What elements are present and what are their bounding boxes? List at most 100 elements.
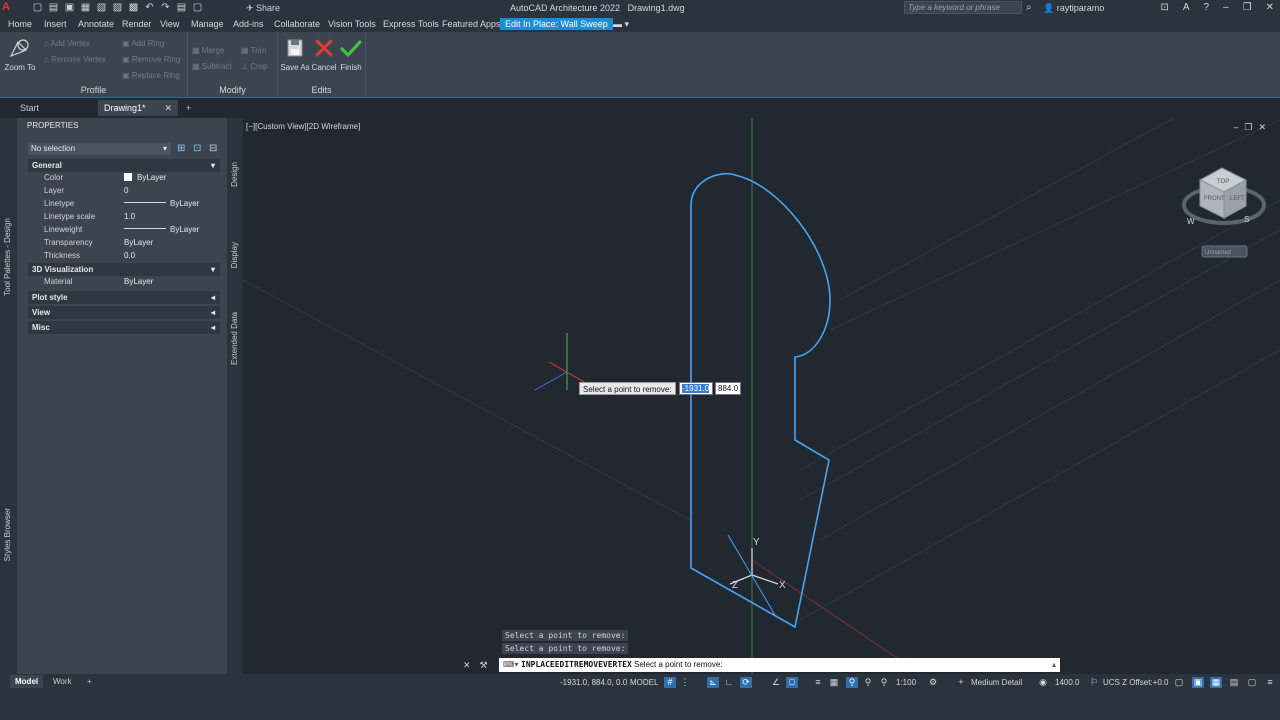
display-tab[interactable]: Display	[230, 242, 239, 268]
save-web-icon[interactable]: ▨	[112, 2, 123, 13]
close-command-icon[interactable]: ✕	[463, 660, 471, 671]
snap-icon[interactable]: ⋮	[679, 677, 691, 688]
viewport-label[interactable]: [−][Custom View][2D Wireframe]	[246, 122, 360, 131]
ucs-z-offset[interactable]: UCS Z Offset:+0.0	[1103, 678, 1168, 687]
3d-visualization-section[interactable]: 3D Visualization ▾	[28, 263, 220, 276]
prop-row-color[interactable]: Color ByLayer	[28, 172, 220, 184]
misc-section[interactable]: Misc ◂	[28, 321, 220, 334]
tool-palettes-tab[interactable]: Tool Palettes - Design	[3, 218, 12, 296]
ortho-icon[interactable]: ⊾	[707, 677, 719, 688]
document-icon[interactable]: ▢	[192, 2, 203, 13]
autocad-logo[interactable]: A	[2, 1, 20, 15]
dynamic-input-y[interactable]: 884.0	[715, 382, 741, 395]
undo-icon[interactable]: ↶	[144, 2, 155, 13]
close-icon[interactable]: ✕	[1266, 2, 1274, 13]
crop-button[interactable]: ⊥ Crop	[241, 62, 268, 71]
prop-row-thickness[interactable]: Thickness 0.0	[28, 250, 220, 262]
polar-icon[interactable]: ∟	[723, 677, 735, 688]
save-icon[interactable]: ▣	[64, 2, 75, 13]
ucs-offset-icon[interactable]: ⚐	[1088, 677, 1100, 688]
tab-drawing1[interactable]: Drawing1* ✕	[98, 100, 178, 116]
extended-data-tab[interactable]: Extended Data	[230, 312, 239, 365]
tab-collaborate[interactable]: Collaborate	[274, 19, 320, 29]
tab-render[interactable]: Render	[122, 19, 152, 29]
redo-icon[interactable]: ↷	[160, 2, 171, 13]
add-vertex-button[interactable]: ⌂ Add Vertex	[44, 39, 90, 48]
elevation-value[interactable]: 1400.0	[1055, 678, 1079, 687]
cancel-button[interactable]: Cancel	[310, 36, 338, 72]
tab-vision-tools[interactable]: Vision Tools	[328, 19, 376, 29]
isodraft-icon[interactable]: ⟳	[740, 677, 752, 688]
new-icon[interactable]: ▢	[32, 2, 43, 13]
open-web-icon[interactable]: ▧	[96, 2, 107, 13]
annotation-scale[interactable]: 1:100	[896, 678, 916, 687]
save-as-button[interactable]: Save As	[280, 36, 310, 72]
prop-row-layer[interactable]: Layer 0	[28, 185, 220, 197]
new-layout-icon[interactable]: +	[82, 675, 97, 688]
tab-manage[interactable]: Manage	[191, 19, 224, 29]
transparency-icon[interactable]: ▦	[828, 677, 840, 688]
coordinate-readout[interactable]: -1931.0, 884.0, 0.0	[560, 678, 627, 687]
wall-sweep-profile[interactable]	[690, 173, 831, 629]
model-space-toggle[interactable]: MODEL	[630, 678, 658, 687]
ribbon-toggle-icon[interactable]: ▬ ▾	[613, 19, 629, 30]
tab-edit-in-place[interactable]: Edit In Place: Wall Sweep	[500, 18, 613, 30]
quick-select-icon[interactable]: ⊞	[177, 143, 185, 154]
add-icon[interactable]: +	[955, 677, 967, 688]
tab-insert[interactable]: Insert	[44, 19, 67, 29]
cart-icon[interactable]: ⊡	[1160, 2, 1168, 13]
annotation-visibility-icon[interactable]: ⚲	[846, 677, 858, 688]
prop-row-lineweight[interactable]: Lineweight ByLayer	[28, 224, 220, 236]
object-snap-icon[interactable]: □	[786, 677, 798, 688]
elevation-icon[interactable]: ◉	[1037, 677, 1049, 688]
design-tab[interactable]: Design	[230, 162, 239, 187]
close-tab-icon[interactable]: ✕	[164, 100, 172, 116]
customize-status-icon[interactable]: ≡	[1264, 677, 1276, 688]
prop-row-material[interactable]: Material ByLayer	[28, 276, 220, 288]
merge-button[interactable]: ▦ Merge	[192, 46, 224, 55]
layout-tab-work[interactable]: Work	[48, 675, 77, 688]
command-line[interactable]: ⌨▾ INPLACEEDITREMOVEVERTEX Select a poin…	[499, 658, 1060, 672]
tab-annotate[interactable]: Annotate	[78, 19, 114, 29]
tab-start[interactable]: Start	[0, 100, 98, 116]
tab-view[interactable]: View	[160, 19, 179, 29]
hardware-acceleration-icon[interactable]: ▣	[1192, 677, 1204, 688]
prop-row-linetype[interactable]: Linetype ByLayer	[28, 198, 220, 210]
styles-browser-tab[interactable]: Styles Browser	[3, 508, 12, 561]
dynamic-input-x[interactable]: -1931.0	[679, 382, 713, 395]
fullscreen-icon[interactable]: ▢	[1246, 677, 1258, 688]
finish-button[interactable]: Finish	[338, 36, 364, 72]
prop-row-linetype-scale[interactable]: Linetype scale 1.0	[28, 211, 220, 223]
general-section[interactable]: General ▾	[28, 159, 220, 172]
drawing-canvas[interactable]: Y X Z TOP FRONT LEFT S W Unnamed –❐✕	[243, 118, 1280, 674]
plot-icon[interactable]: ▩	[128, 2, 139, 13]
replace-ring-button[interactable]: ▣ Replace Ring	[122, 71, 180, 80]
detail-level-dropdown[interactable]: Medium Detail	[971, 678, 1022, 687]
tab-express-tools[interactable]: Express Tools	[383, 19, 439, 29]
object-snap-tracking-icon[interactable]: ∠	[770, 677, 782, 688]
clean-screen-icon[interactable]: ▦	[1210, 677, 1222, 688]
annotation-scale-icon[interactable]: ⚲	[878, 677, 890, 688]
search-input[interactable]: Type a keyword or phrase	[904, 1, 1022, 14]
restore-icon[interactable]: ❐	[1243, 2, 1252, 13]
lineweight-icon[interactable]: ≡	[812, 677, 824, 688]
share-button[interactable]: ✈ Share	[246, 3, 280, 14]
autodesk-a-icon[interactable]: A	[1183, 2, 1190, 13]
isolate-icon[interactable]: ▢	[1173, 677, 1185, 688]
tab-featured-apps[interactable]: Featured Apps	[442, 19, 501, 29]
workspace-gear-icon[interactable]: ⚙	[927, 677, 939, 688]
subtract-button[interactable]: ▦ Subtract	[192, 62, 232, 71]
user-menu[interactable]: 👤 raytiparamo	[1043, 3, 1104, 14]
viewport-controls[interactable]: –❐✕	[1233, 122, 1272, 133]
properties-status-icon[interactable]: ▤	[1228, 677, 1240, 688]
zoom-to-button[interactable]: Zoom To	[4, 36, 36, 72]
new-tab-icon[interactable]: +	[178, 100, 198, 116]
plot-style-section[interactable]: Plot style ◂	[28, 291, 220, 304]
remove-vertex-button[interactable]: ⌂ Remove Vertex	[44, 55, 106, 64]
select-objects-icon[interactable]: ⊡	[193, 143, 201, 154]
grid-icon[interactable]: #	[664, 677, 676, 688]
add-ring-button[interactable]: ▣ Add Ring	[122, 39, 164, 48]
tab-add-ins[interactable]: Add-ins	[233, 19, 264, 29]
pickadd-icon[interactable]: ⊟	[209, 143, 217, 154]
selection-dropdown[interactable]: No selection ▾	[28, 143, 171, 155]
